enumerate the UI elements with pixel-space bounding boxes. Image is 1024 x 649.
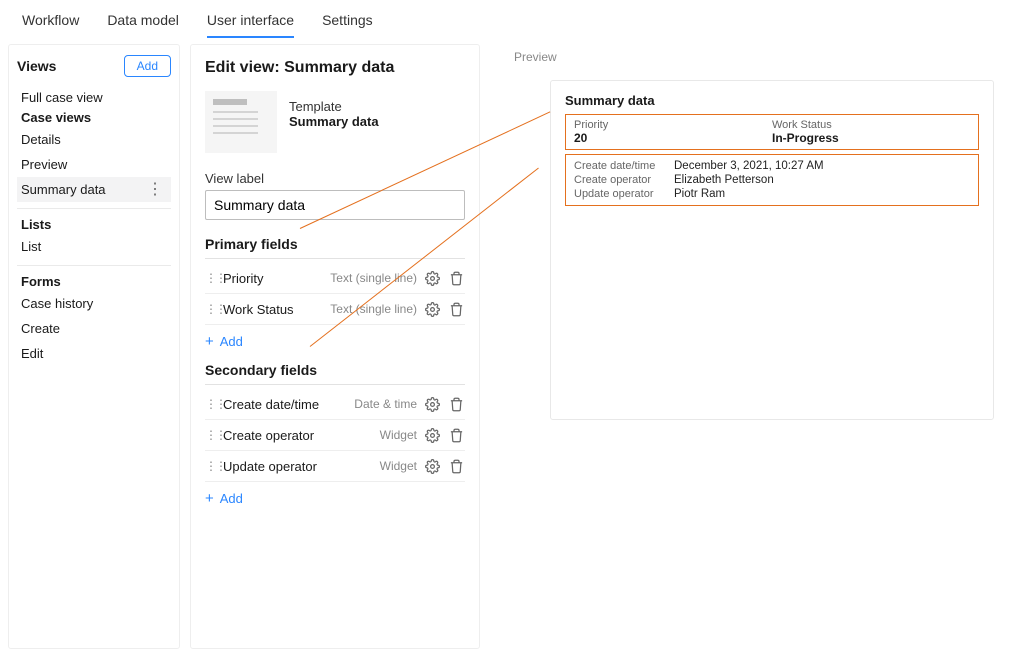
field-type: Date & time: [354, 397, 417, 411]
preview-field-label: Create operator: [574, 174, 674, 186]
preview-field-label: Priority: [574, 119, 772, 131]
field-name: Create operator: [223, 428, 374, 443]
trash-icon[interactable]: [447, 300, 465, 318]
trash-icon[interactable]: [447, 395, 465, 413]
sidebar-item-list[interactable]: List: [17, 234, 171, 259]
preview-column: Preview Summary data Priority20Work Stat…: [490, 44, 1024, 649]
field-row: ⋮⋮ Update operator Widget: [205, 451, 465, 482]
field-name: Create date/time: [223, 397, 348, 412]
sidebar-section-case-views: Case views: [17, 110, 171, 127]
sidebar-item-label: Summary data: [21, 182, 106, 197]
template-name: Summary data: [289, 114, 379, 129]
drag-handle-icon[interactable]: ⋮⋮: [205, 271, 217, 285]
view-label-input[interactable]: [205, 190, 465, 220]
field-name: Update operator: [223, 459, 374, 474]
trash-icon[interactable]: [447, 269, 465, 287]
field-type: Text (single line): [330, 271, 417, 285]
sidebar-item-preview[interactable]: Preview: [17, 152, 171, 177]
sidebar-item-details[interactable]: Details: [17, 127, 171, 152]
preview-field-value: Elizabeth Petterson: [674, 174, 774, 186]
field-type: Text (single line): [330, 302, 417, 316]
sidebar-section-forms: Forms: [17, 265, 171, 291]
tab-workflow[interactable]: Workflow: [22, 12, 79, 38]
template-box: Template Summary data: [205, 91, 465, 153]
add-view-button[interactable]: Add: [124, 55, 171, 77]
preview-field-label: Update operator: [574, 188, 674, 200]
preview-field-label: Create date/time: [574, 160, 674, 172]
add-label: Add: [220, 491, 243, 506]
gear-icon[interactable]: [423, 395, 441, 413]
tab-settings[interactable]: Settings: [322, 12, 373, 38]
sidebar-item-case-history[interactable]: Case history: [17, 291, 171, 316]
add-label: Add: [220, 334, 243, 349]
drag-handle-icon[interactable]: ⋮⋮: [205, 459, 217, 473]
preview-secondary-box: Create date/timeDecember 3, 2021, 10:27 …: [565, 154, 979, 206]
drag-handle-icon[interactable]: ⋮⋮: [205, 302, 217, 316]
edit-view-panel: Edit view: Summary data Template Summary…: [190, 44, 480, 649]
sidebar-item-summary-data[interactable]: Summary data ⋮: [17, 177, 171, 202]
preview-field-value: Piotr Ram: [674, 188, 725, 200]
preview-field-value: In-Progress: [772, 131, 970, 145]
tab-user-interface[interactable]: User interface: [207, 12, 294, 38]
preview-card: Summary data Priority20Work StatusIn-Pro…: [550, 80, 994, 420]
preview-field-label: Work Status: [772, 119, 970, 131]
trash-icon[interactable]: [447, 457, 465, 475]
view-label-caption: View label: [205, 171, 465, 186]
gear-icon[interactable]: [423, 300, 441, 318]
sidebar-section-lists: Lists: [17, 208, 171, 234]
gear-icon[interactable]: [423, 457, 441, 475]
gear-icon[interactable]: [423, 426, 441, 444]
template-thumbnail: [205, 91, 277, 153]
preview-primary-box: Priority20Work StatusIn-Progress: [565, 114, 979, 150]
plus-icon: +: [205, 490, 214, 507]
drag-handle-icon[interactable]: ⋮⋮: [205, 397, 217, 411]
preview-field-value: 20: [574, 131, 772, 145]
add-secondary-field[interactable]: + Add: [205, 482, 465, 519]
tab-data-model[interactable]: Data model: [107, 12, 179, 38]
views-sidebar: Views Add Full case view Case views Deta…: [8, 44, 180, 649]
template-label: Template: [289, 99, 379, 114]
gear-icon[interactable]: [423, 269, 441, 287]
top-tabs: Workflow Data model User interface Setti…: [0, 0, 1024, 38]
sidebar-item-create[interactable]: Create: [17, 316, 171, 341]
sidebar-item-full-case-view[interactable]: Full case view: [17, 85, 171, 110]
preview-field-value: December 3, 2021, 10:27 AM: [674, 160, 824, 172]
sidebar-title: Views: [17, 58, 56, 74]
field-row: ⋮⋮ Create operator Widget: [205, 420, 465, 451]
field-name: Priority: [223, 271, 324, 286]
trash-icon[interactable]: [447, 426, 465, 444]
field-name: Work Status: [223, 302, 324, 317]
secondary-fields-heading: Secondary fields: [205, 362, 465, 385]
add-primary-field[interactable]: + Add: [205, 325, 465, 362]
field-type: Widget: [380, 459, 417, 473]
drag-handle-icon[interactable]: ⋮⋮: [205, 428, 217, 442]
preview-label: Preview: [514, 50, 1024, 64]
primary-fields-heading: Primary fields: [205, 236, 465, 259]
field-row: ⋮⋮ Create date/time Date & time: [205, 389, 465, 420]
field-row: ⋮⋮ Work Status Text (single line): [205, 294, 465, 325]
edit-panel-heading: Edit view: Summary data: [205, 59, 465, 77]
field-type: Widget: [380, 428, 417, 442]
preview-card-title: Summary data: [565, 93, 979, 108]
kebab-icon[interactable]: ⋮: [147, 185, 167, 195]
field-row: ⋮⋮ Priority Text (single line): [205, 263, 465, 294]
sidebar-item-edit[interactable]: Edit: [17, 341, 171, 366]
plus-icon: +: [205, 333, 214, 350]
